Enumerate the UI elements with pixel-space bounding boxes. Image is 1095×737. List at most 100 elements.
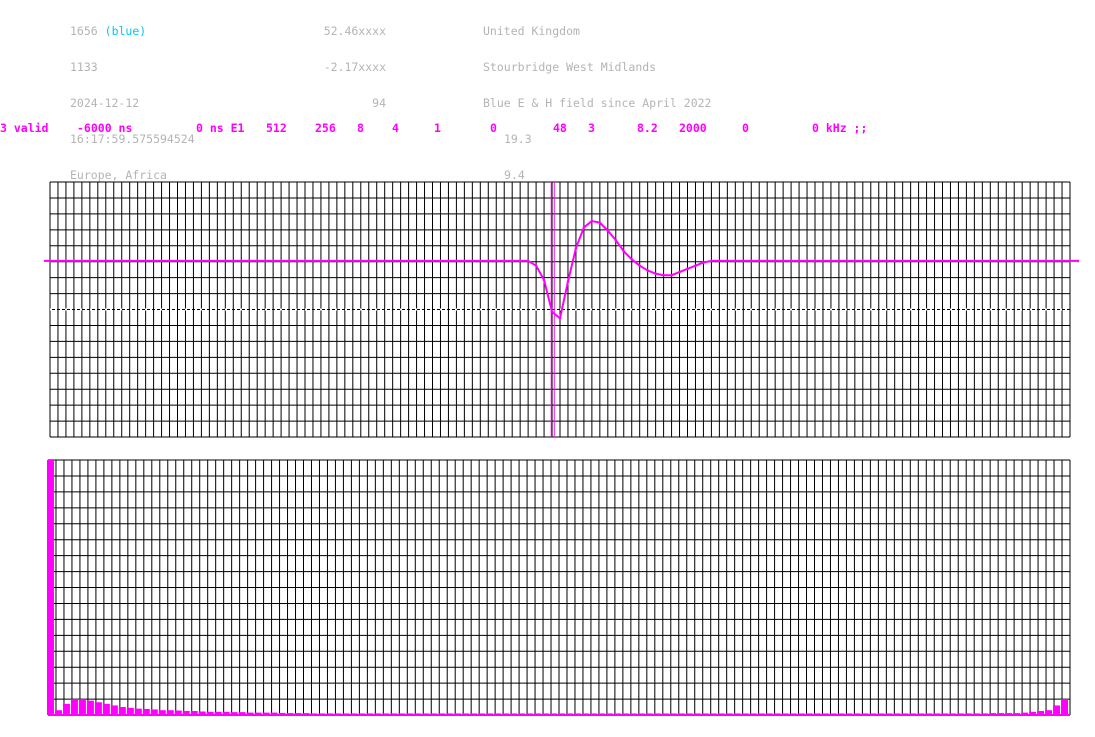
spectrum-chart (47, 459, 1071, 716)
trace-point (518, 259, 522, 263)
trace-point (112, 259, 116, 263)
trace-point (216, 259, 219, 263)
trace-point (88, 259, 92, 263)
trace-segment (575, 227, 585, 249)
trace-point (120, 259, 124, 263)
trace-point (271, 259, 275, 263)
trace-point (136, 259, 139, 263)
trace-point (989, 259, 992, 263)
spectrum-bar (118, 707, 126, 715)
trace-point (957, 259, 960, 263)
trace-point (351, 259, 355, 263)
trace-point (734, 259, 737, 263)
trace-point (247, 259, 251, 263)
trace-point (941, 259, 944, 263)
trace-point (224, 259, 227, 263)
trace-point (1036, 259, 1040, 263)
trace-point (160, 259, 163, 263)
trace-point (279, 259, 283, 263)
spectrum-bar (86, 700, 94, 715)
trace-point (678, 270, 681, 274)
trace-point (654, 272, 657, 275)
trace-segment (559, 281, 569, 319)
spectrum-bar (1053, 705, 1061, 715)
trace-point (638, 264, 641, 267)
trace-point (622, 250, 626, 253)
trace-point (996, 259, 1000, 263)
trace-point (869, 259, 873, 263)
trace-point (925, 259, 928, 263)
trace-point (335, 259, 339, 263)
trace-point (510, 259, 514, 263)
trace-point (1076, 259, 1080, 263)
trace-point (550, 310, 554, 314)
spectrum-bar (94, 702, 102, 715)
trace-point (295, 259, 299, 263)
trace-segment (631, 258, 641, 267)
trace-point (327, 259, 331, 263)
trace-point (319, 259, 323, 263)
trace-point (231, 259, 235, 263)
trace-point (630, 257, 634, 261)
trace-point (949, 259, 952, 263)
trace-point (614, 238, 618, 242)
spectrum-bar (62, 703, 70, 715)
trace-point (893, 259, 896, 263)
trace-point (901, 259, 904, 263)
trace-point (447, 259, 450, 263)
trace-point (741, 259, 745, 263)
trace-point (526, 259, 530, 263)
trace-point (718, 259, 721, 263)
spectrum-bar (70, 699, 78, 715)
trace-point (702, 261, 705, 264)
trace-point (590, 219, 594, 223)
trace-point (829, 259, 833, 263)
trace-segment (551, 311, 561, 320)
trace-point (973, 259, 976, 263)
trace-point (981, 259, 984, 263)
trace-point (479, 259, 482, 263)
trace-point (192, 259, 195, 263)
trace-point (375, 259, 379, 263)
trace-point (80, 259, 84, 263)
trace-point (646, 269, 649, 272)
trace-point (598, 221, 602, 224)
trace-point (471, 259, 474, 263)
trace-point (542, 278, 546, 282)
trace-point (1044, 259, 1048, 263)
trace-point (1004, 259, 1008, 263)
trace-point (239, 259, 243, 263)
spectrum-bar (126, 707, 134, 715)
trace-point (128, 259, 131, 263)
trace-point (845, 259, 849, 263)
spectrum-bar (102, 703, 110, 715)
trace-point (534, 264, 538, 267)
trace-point (805, 259, 809, 263)
trace-segment (583, 220, 593, 229)
trace-point (933, 259, 936, 263)
trace-point (837, 259, 841, 263)
trace-point (670, 273, 673, 277)
trace-point (965, 259, 968, 263)
trace-point (861, 259, 865, 263)
trace-point (502, 259, 506, 263)
trace-point (566, 280, 570, 283)
trace-point (208, 259, 211, 263)
trace-point (877, 259, 881, 263)
spectrum-bar (78, 699, 86, 715)
trace-segment (566, 247, 577, 282)
trace-point (606, 229, 610, 232)
trace-point (662, 273, 665, 277)
trace-point (813, 259, 817, 263)
trace-point (48, 259, 52, 263)
trace-point (144, 259, 147, 263)
trace-point (168, 259, 171, 263)
trace-point (1060, 259, 1064, 263)
trace-point (399, 259, 402, 263)
trace-point (359, 259, 363, 263)
trace-point (757, 259, 761, 263)
trace-point (781, 259, 785, 263)
trace-segment (623, 250, 633, 261)
trace-point (1028, 259, 1032, 263)
trace-point (821, 259, 825, 263)
